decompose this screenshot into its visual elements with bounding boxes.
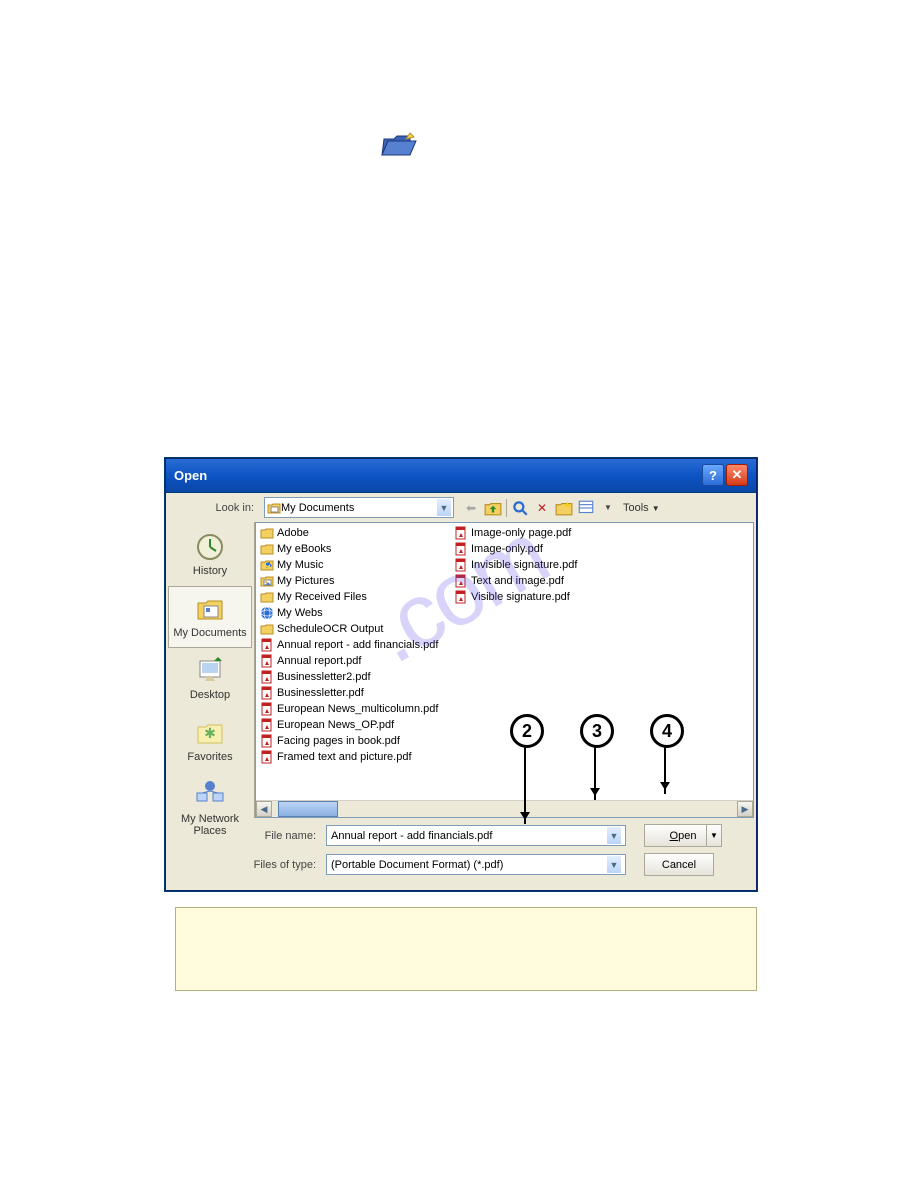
svg-text:✱: ✱: [204, 725, 216, 741]
file-name: Visible signature.pdf: [471, 591, 570, 603]
file-name: My eBooks: [277, 543, 331, 555]
file-list[interactable]: Adobe My eBooks My Music My Pictures My Rece…: [255, 522, 754, 818]
cancel-button[interactable]: Cancel: [644, 853, 714, 876]
lookin-dropdown[interactable]: My Documents ▼: [264, 497, 454, 518]
places-bar: History My Documents Desktop ✱ Favorites…: [166, 522, 255, 818]
file-item[interactable]: Businessletter2.pdf: [260, 669, 450, 685]
file-name: Image-only.pdf: [471, 543, 543, 555]
help-button[interactable]: ?: [702, 464, 724, 486]
file-item[interactable]: Invisible signature.pdf: [454, 557, 624, 573]
callout-3: 3: [580, 714, 614, 748]
file-item[interactable]: Image-only page.pdf: [454, 525, 624, 541]
callout-2: 2: [510, 714, 544, 748]
file-item[interactable]: My Webs: [260, 605, 450, 621]
toolbar-icons: ⬅ ✕ ▼ Tools ▼: [462, 499, 660, 517]
title-bar[interactable]: Open ? ✕: [166, 459, 756, 493]
file-name: Businessletter2.pdf: [277, 671, 371, 683]
file-item[interactable]: Image-only.pdf: [454, 541, 624, 557]
file-name: European News_OP.pdf: [277, 719, 394, 731]
bottom-controls: File name: Annual report - add financial…: [166, 818, 756, 890]
file-name: Annual report - add financials.pdf: [277, 639, 438, 651]
back-icon[interactable]: ⬅: [462, 499, 480, 517]
scroll-left-icon[interactable]: ◀: [256, 801, 272, 817]
places-mydocuments-label: My Documents: [169, 627, 251, 639]
up-folder-icon[interactable]: [484, 499, 502, 517]
file-name: My Webs: [277, 607, 323, 619]
places-history-label: History: [169, 565, 251, 577]
file-name: My Received Files: [277, 591, 367, 603]
horizontal-scrollbar[interactable]: ◀ ▶: [256, 800, 753, 817]
file-item[interactable]: Facing pages in book.pdf: [260, 733, 450, 749]
file-name: Image-only page.pdf: [471, 527, 571, 539]
open-folder-icon: [378, 125, 418, 165]
close-button[interactable]: ✕: [726, 464, 748, 486]
views-arrow-icon[interactable]: ▼: [599, 499, 617, 517]
search-icon[interactable]: [511, 499, 529, 517]
note-box: [175, 907, 757, 991]
filetype-label: Files of type:: [166, 859, 326, 871]
file-name: ScheduleOCR Output: [277, 623, 383, 635]
file-item[interactable]: Adobe: [260, 525, 450, 541]
file-name: Framed text and picture.pdf: [277, 751, 412, 763]
open-split-arrow-icon[interactable]: ▼: [706, 825, 721, 846]
places-favorites-label: Favorites: [169, 751, 251, 763]
places-desktop-label: Desktop: [169, 689, 251, 701]
scroll-track[interactable]: [272, 801, 737, 817]
file-name: Text and image.pdf: [471, 575, 564, 587]
file-item[interactable]: European News_OP.pdf: [260, 717, 450, 733]
lookin-value: My Documents: [281, 502, 354, 514]
file-name: Annual report.pdf: [277, 655, 361, 667]
open-dialog: Open ? ✕ Look in: My Documents ▼ ⬅ ✕ ▼ T…: [165, 458, 757, 891]
filetype-value: (Portable Document Format) (*.pdf): [331, 859, 503, 871]
dialog-body: History My Documents Desktop ✱ Favorites…: [166, 522, 756, 818]
callout-2-arrow: [524, 746, 526, 824]
chevron-down-icon: ▼: [607, 856, 621, 873]
filetype-dropdown[interactable]: (Portable Document Format) (*.pdf) ▼: [326, 854, 626, 875]
views-icon[interactable]: [577, 499, 595, 517]
new-folder-icon[interactable]: [555, 499, 573, 517]
open-button[interactable]: Open ▼: [644, 824, 722, 847]
scroll-right-icon[interactable]: ▶: [737, 801, 753, 817]
file-item[interactable]: Text and image.pdf: [454, 573, 624, 589]
file-item[interactable]: My Received Files: [260, 589, 450, 605]
file-item[interactable]: Visible signature.pdf: [454, 589, 624, 605]
delete-icon[interactable]: ✕: [533, 499, 551, 517]
places-desktop[interactable]: Desktop: [168, 648, 252, 710]
lookin-row: Look in: My Documents ▼ ⬅ ✕ ▼ Tools ▼: [166, 493, 756, 522]
file-item[interactable]: My Pictures: [260, 573, 450, 589]
callout-3-arrow: [594, 746, 596, 800]
file-item[interactable]: Annual report.pdf: [260, 653, 450, 669]
places-favorites[interactable]: ✱ Favorites: [168, 710, 252, 772]
dialog-title: Open: [174, 468, 700, 483]
file-name: My Pictures: [277, 575, 334, 587]
filename-value: Annual report - add financials.pdf: [331, 830, 492, 842]
file-name: Facing pages in book.pdf: [277, 735, 400, 747]
callout-4: 4: [650, 714, 684, 748]
file-item[interactable]: European News_multicolumn.pdf: [260, 701, 450, 717]
file-item[interactable]: My Music: [260, 557, 450, 573]
chevron-down-icon: ▼: [437, 499, 451, 516]
file-name: European News_multicolumn.pdf: [277, 703, 438, 715]
file-name: Adobe: [277, 527, 309, 539]
places-mydocuments[interactable]: My Documents: [168, 586, 252, 648]
tools-menu[interactable]: Tools ▼: [621, 502, 660, 514]
file-item[interactable]: My eBooks: [260, 541, 450, 557]
places-history[interactable]: History: [168, 524, 252, 586]
callout-4-arrow: [664, 746, 666, 794]
chevron-down-icon: ▼: [607, 827, 621, 844]
file-item[interactable]: ScheduleOCR Output: [260, 621, 450, 637]
filename-label: File name:: [166, 830, 326, 842]
file-item[interactable]: Framed text and picture.pdf: [260, 749, 450, 765]
file-name: Businessletter.pdf: [277, 687, 364, 699]
file-item[interactable]: Businessletter.pdf: [260, 685, 450, 701]
file-name: My Music: [277, 559, 323, 571]
lookin-label: Look in:: [190, 502, 260, 514]
file-item[interactable]: Annual report - add financials.pdf: [260, 637, 450, 653]
filename-input[interactable]: Annual report - add financials.pdf ▼: [326, 825, 626, 846]
file-name: Invisible signature.pdf: [471, 559, 577, 571]
